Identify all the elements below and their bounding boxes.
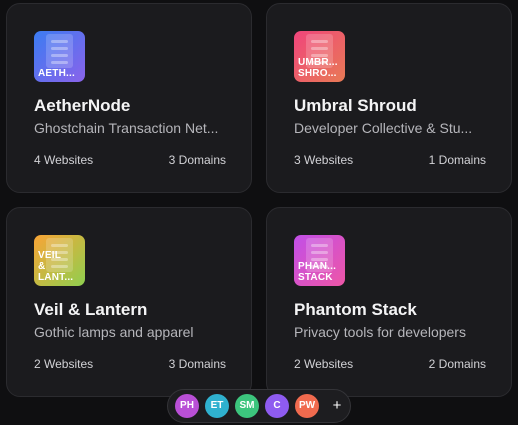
team-members-bar: PH ET SM C PW + (167, 389, 351, 423)
project-card-veil-lantern[interactable]: VEIL & LANT... Veil & Lantern Gothic lam… (6, 207, 252, 397)
project-card-aethernode[interactable]: AETH... AetherNode Ghostchain Transactio… (6, 3, 252, 193)
logo-text: UMBR... SHRO... (298, 57, 338, 79)
domains-count: 2 Domains (428, 357, 486, 371)
logo-text: VEIL & LANT... (38, 250, 74, 283)
websites-count: 2 Websites (34, 357, 94, 371)
project-description: Developer Collective & Stu... (294, 120, 473, 136)
project-logo: AETH... (34, 31, 85, 82)
avatar[interactable]: C (265, 394, 289, 418)
project-description: Privacy tools for developers (294, 324, 466, 340)
project-name: Phantom Stack (294, 300, 417, 319)
project-logo: VEIL & LANT... (34, 235, 85, 286)
project-name: Veil & Lantern (34, 300, 148, 319)
project-description: Gothic lamps and apparel (34, 324, 194, 340)
domains-count: 3 Domains (168, 153, 226, 167)
project-card-phantom-stack[interactable]: PHAN... STACK Phantom Stack Privacy tool… (266, 207, 512, 397)
plus-icon[interactable]: + (325, 394, 349, 418)
logo-text: PHAN... STACK (298, 261, 337, 283)
project-logo: UMBR... SHRO... (294, 31, 345, 82)
websites-count: 3 Websites (294, 153, 354, 167)
avatar[interactable]: PH (175, 394, 199, 418)
websites-count: 2 Websites (294, 357, 354, 371)
project-description: Ghostchain Transaction Net... (34, 120, 219, 136)
project-card-umbral-shroud[interactable]: UMBR... SHRO... Umbral Shroud Developer … (266, 3, 512, 193)
logo-text: AETH... (38, 68, 75, 79)
avatar[interactable]: PW (295, 394, 319, 418)
avatar[interactable]: SM (235, 394, 259, 418)
domains-count: 3 Domains (168, 357, 226, 371)
websites-count: 4 Websites (34, 153, 94, 167)
project-name: Umbral Shroud (294, 96, 417, 115)
document-icon (46, 34, 73, 68)
project-logo: PHAN... STACK (294, 235, 345, 286)
avatar[interactable]: ET (205, 394, 229, 418)
project-name: AetherNode (34, 96, 131, 115)
domains-count: 1 Domains (428, 153, 486, 167)
